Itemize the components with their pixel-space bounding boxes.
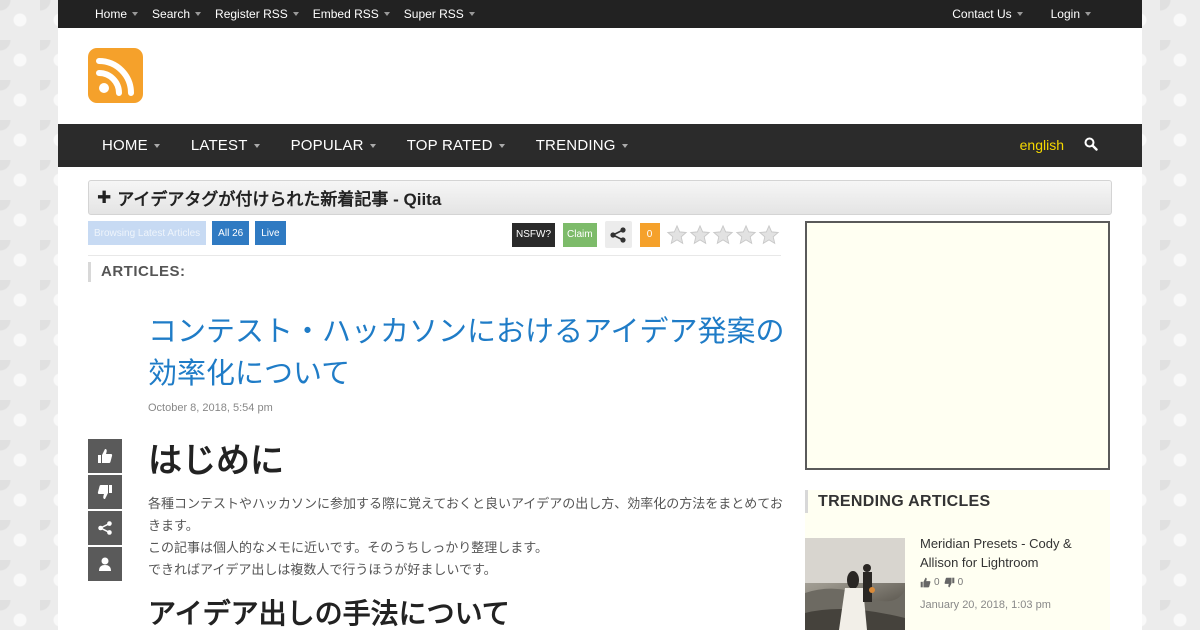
chevron-down-icon [292, 12, 299, 16]
all-articles-button[interactable]: All 26 [212, 221, 250, 245]
user-icon [99, 557, 111, 571]
claim-button[interactable]: Claim [563, 222, 597, 247]
chevron-down-icon [132, 12, 139, 16]
dislike-button[interactable] [88, 475, 122, 509]
chevron-down-icon [195, 12, 202, 16]
thumbs-up-icon [920, 577, 931, 588]
post-paragraph: 各種コンテストやハッカソンに参加する際に覚えておくと良いアイデアの出し方、効率化… [148, 497, 783, 534]
post-title-link[interactable]: コンテスト・ハッカソンにおけるアイデア発案の効率化について [148, 310, 788, 394]
thumbs-down-icon [97, 485, 112, 499]
thumbs-down-icon [944, 577, 954, 588]
plus-icon[interactable]: ✚ [97, 188, 111, 208]
star-icon[interactable] [758, 224, 780, 246]
share-icon [610, 226, 626, 243]
nav-popular[interactable]: POPULAR [291, 137, 376, 154]
main-nav: HOME LATEST POPULAR TOP RATED TRENDING e… [58, 124, 1142, 167]
site-header [58, 28, 1142, 124]
topbar-embed-rss[interactable]: Embed RSS [313, 7, 390, 21]
wedding-photo-image [805, 538, 905, 630]
star-icon[interactable] [689, 224, 711, 246]
feed-title-bar: ✚ アイデアタグが付けられた新着記事 - Qiita [88, 180, 1112, 215]
search-button[interactable] [1084, 137, 1098, 156]
topbar-register-rss[interactable]: Register RSS [215, 7, 299, 21]
like-button[interactable] [88, 439, 122, 473]
nav-trending[interactable]: TRENDING [536, 137, 628, 154]
divider [88, 255, 781, 256]
ad-slot[interactable] [805, 221, 1110, 470]
star-icon[interactable] [735, 224, 757, 246]
share-icon [98, 521, 112, 535]
rss-icon [96, 58, 134, 96]
topbar-login[interactable]: Login [1051, 7, 1091, 21]
language-selector[interactable]: english [1020, 137, 1064, 153]
post-body: 各種コンテストやハッカソンに参加する際に覚えておくと良いアイデアの出し方、効率化… [148, 494, 788, 582]
search-icon [1084, 137, 1098, 151]
star-icon[interactable] [712, 224, 734, 246]
post-date: October 8, 2018, 5:54 pm [148, 402, 273, 414]
rss-logo[interactable] [88, 48, 143, 103]
post-paragraph: この記事は個人的なメモに近いです。そのうちしっかり整理します。 [148, 541, 549, 556]
trending-item-stats: 0 0 [920, 577, 967, 588]
top-bar: Home Search Register RSS Embed RSS Super… [58, 0, 1142, 28]
topbar-contact-us[interactable]: Contact Us [952, 7, 1023, 21]
vote-count: 0 [639, 222, 660, 247]
post-side-actions [88, 439, 122, 583]
topbar-home[interactable]: Home [95, 7, 139, 21]
dislikes-count: 0 [957, 577, 964, 588]
share-button[interactable] [604, 221, 632, 248]
post-paragraph: できればアイデア出しは複数人で行うほうが好ましいです。 [148, 563, 497, 578]
trending-thumbnail[interactable] [805, 538, 905, 630]
chevron-down-icon [153, 143, 160, 148]
nav-home[interactable]: HOME [102, 137, 160, 154]
author-button[interactable] [88, 547, 122, 581]
post-share-button[interactable] [88, 511, 122, 545]
star-rating[interactable] [666, 224, 781, 246]
trending-item-date: January 20, 2018, 1:03 pm [920, 599, 1051, 611]
feed-title: アイデアタグが付けられた新着記事 - Qiita [117, 190, 442, 209]
browsing-latest-button[interactable]: Browsing Latest Articles [88, 221, 207, 245]
likes-count: 0 [934, 577, 940, 588]
post-heading-methods: アイデア出しの手法について [148, 597, 510, 630]
nsfw-button[interactable]: NSFW? [512, 222, 555, 247]
thumbs-up-icon [98, 449, 113, 463]
articles-heading: ARTICLES: [88, 262, 186, 282]
chevron-down-icon [468, 12, 475, 16]
trending-heading: TRENDING ARTICLES [805, 490, 991, 513]
live-button[interactable]: Live [255, 221, 286, 245]
star-icon[interactable] [666, 224, 688, 246]
chevron-down-icon [621, 143, 628, 148]
chevron-down-icon [383, 12, 390, 16]
topbar-right: Contact Us Login [952, 0, 1142, 28]
chevron-down-icon [253, 143, 260, 148]
feed-filter-buttons: Browsing Latest Articles All 26 Live [88, 221, 292, 245]
trending-item-title[interactable]: Meridian Presets - Cody & Allison for Li… [920, 534, 1110, 572]
chevron-down-icon [1085, 12, 1091, 16]
page: Home Search Register RSS Embed RSS Super… [58, 0, 1142, 630]
post-heading-intro: はじめに [148, 441, 284, 481]
feed-action-buttons: NSFW? Claim 0 [512, 221, 781, 248]
nav-top-rated[interactable]: TOP RATED [407, 137, 505, 154]
chevron-down-icon [1016, 12, 1023, 16]
chevron-down-icon [369, 143, 376, 148]
topbar-search[interactable]: Search [152, 7, 202, 21]
chevron-down-icon [498, 143, 505, 148]
topbar-super-rss[interactable]: Super RSS [404, 7, 475, 21]
nav-latest[interactable]: LATEST [191, 137, 260, 154]
